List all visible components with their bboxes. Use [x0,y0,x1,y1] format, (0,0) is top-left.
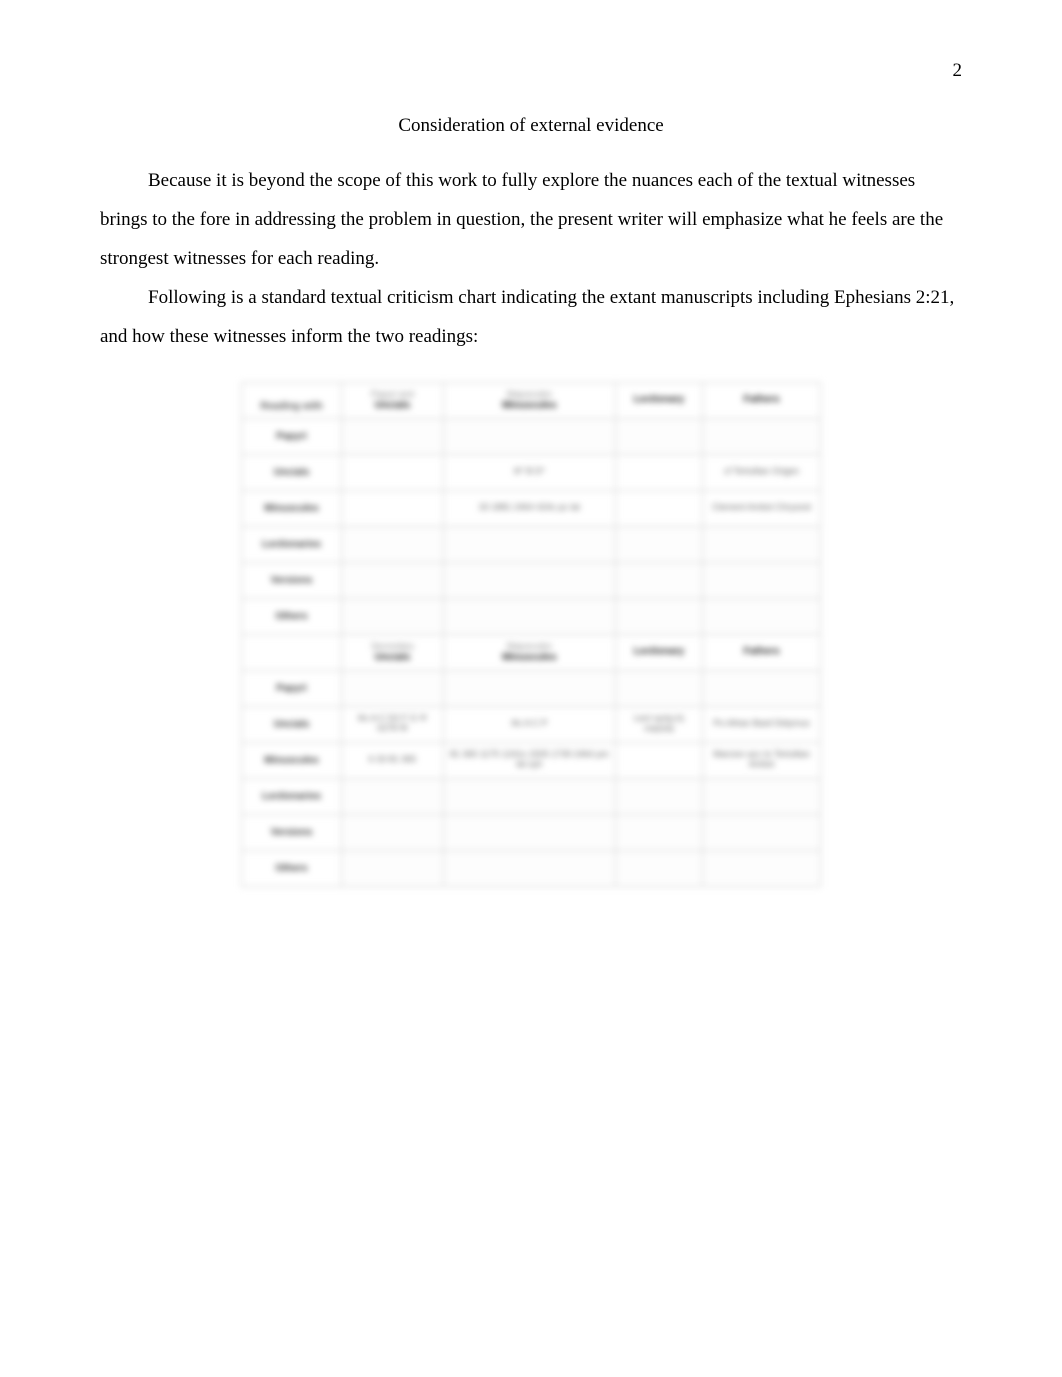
table-cell [342,490,444,526]
table-cell [615,850,702,886]
chart-wrapper: Reading with Papyri and Uncials Majuscul… [100,382,962,887]
table-cell [342,850,444,886]
table-cell [703,526,821,562]
table-cell: 81 365 1175 1241s 1505 1739 2464 pm lat … [443,742,615,778]
table-cell [615,778,702,814]
textual-criticism-chart: Reading with Papyri and Uncials Majuscul… [241,382,821,887]
table-row-label: Versions [242,562,342,598]
table-cell [342,598,444,634]
table-cell: ℵ* B D* [443,454,615,490]
table-cell [443,814,615,850]
table-cell [443,778,615,814]
table-cell: cf Tertullian Origen [703,454,821,490]
table-row-label: Lectionaries [242,526,342,562]
table-cell [703,814,821,850]
table-row-label: Minuscules [242,490,342,526]
table-cell [615,742,702,778]
section1-header-col3: Lectionary [615,382,702,418]
table-row-label: Uncials [242,706,342,742]
paragraph-1: Because it is beyond the scope of this w… [100,162,962,279]
table-cell [615,814,702,850]
table-cell [443,670,615,706]
table-cell [342,814,444,850]
section2-header-col1: Secondary Uncials [342,634,444,670]
table-cell [703,598,821,634]
table-cell [615,598,702,634]
table-cell [615,490,702,526]
table-cell [443,526,615,562]
table-row-label: Versions [242,814,342,850]
table-row-label: Others [242,598,342,634]
table-row-label: Uncials [242,454,342,490]
table-row-label: Lectionaries [242,778,342,814]
table-cell [342,778,444,814]
table-cell [703,418,821,454]
table-cell [703,562,821,598]
table-cell [615,670,702,706]
table-cell [443,418,615,454]
section2-header-col3: Lectionary [615,634,702,670]
table-cell: 6 33 81 365 [342,742,444,778]
table-cell: ℵc A C D2 F G Ψ 0278 𝔐 [342,706,444,742]
table-cell [615,562,702,598]
table-cell [443,598,615,634]
table-cell [443,562,615,598]
table-cell [615,454,702,490]
table-cell [703,850,821,886]
section1-header-col4: Fathers [703,382,821,418]
section1-top-left: Reading with [242,382,342,418]
table-row-label: Minuscules [242,742,342,778]
section2-header-col4: Fathers [703,634,821,670]
page-number: 2 [953,60,963,82]
table-row-label: Others [242,850,342,886]
paragraph-2: Following is a standard textual criticis… [100,279,962,357]
table-row-label: Papyri [242,670,342,706]
table-cell: 33 1881 2464 424c pc lat [443,490,615,526]
table-cell [703,670,821,706]
table-cell [615,526,702,562]
table-cell: Marcion acc to Tertullian Ambst [703,742,821,778]
section1-header-col2: Majuscules Minuscules [443,382,615,418]
table-cell: ℵc A C P [443,706,615,742]
section-heading: Consideration of external evidence [100,115,962,137]
table-cell: Ps-Athan Basil Didymus [703,706,821,742]
table-row-label: Papyri [242,418,342,454]
table-cell [703,778,821,814]
table-cell [342,526,444,562]
content-area: Consideration of external evidence Becau… [100,115,962,887]
table-cell [342,670,444,706]
table-cell: Clement Ambst Chrysost [703,490,821,526]
table-cell [342,562,444,598]
table-cell: Lect syr(p,h) cop(sa) [615,706,702,742]
section2-top-left [242,634,342,670]
table-cell [443,850,615,886]
section1-header-col1: Papyri and Uncials [342,382,444,418]
section2-header-col2: Majuscules Minuscules [443,634,615,670]
table-cell [342,418,444,454]
table-cell [615,418,702,454]
table-cell [342,454,444,490]
